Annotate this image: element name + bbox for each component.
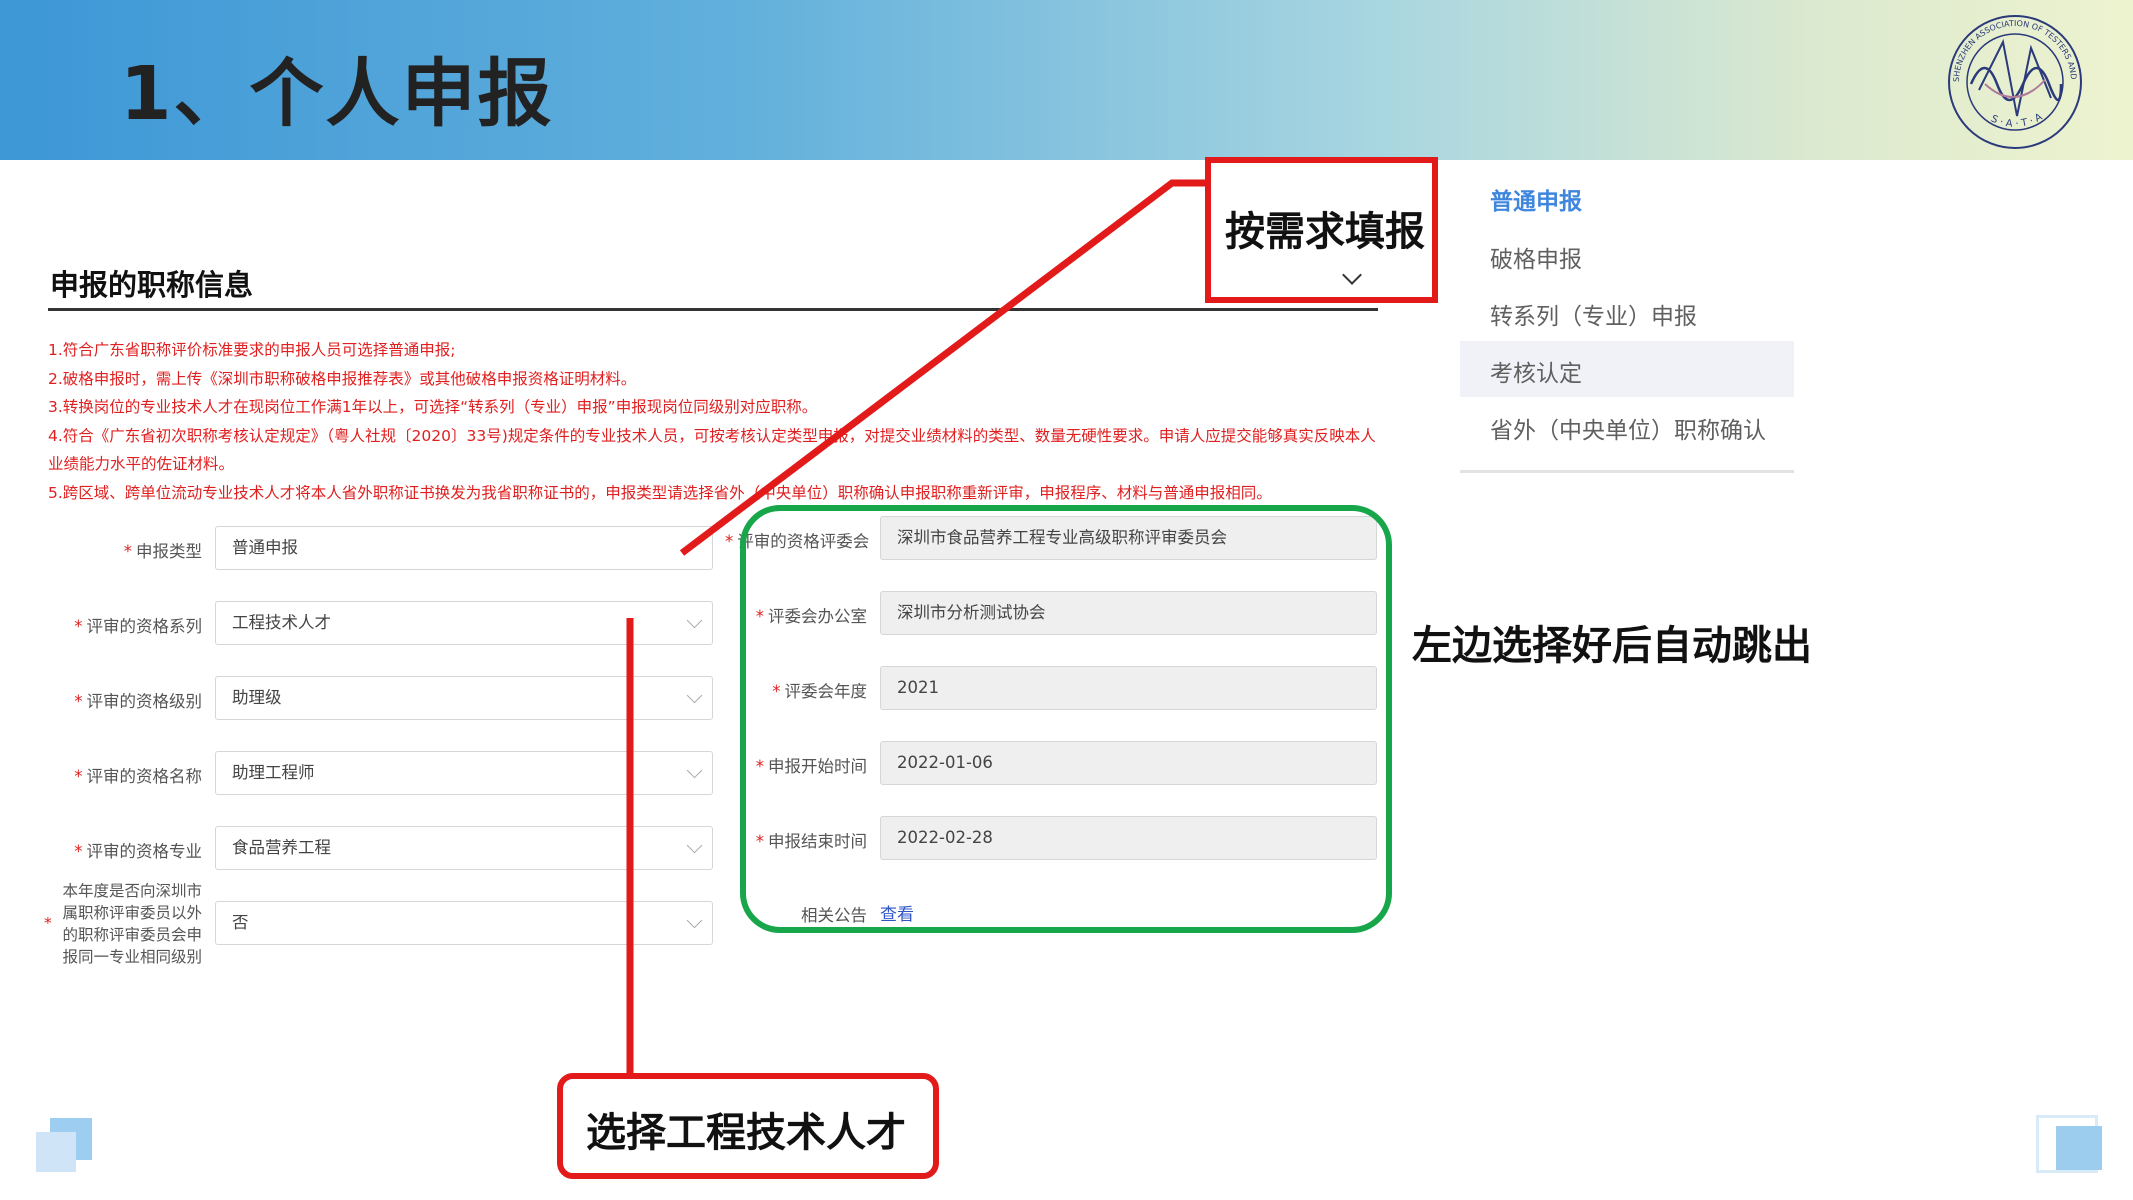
label-qual-level: * 评审的资格级别	[74, 692, 202, 711]
note-line: 业绩能力水平的佐证材料。	[48, 455, 235, 473]
note-line: 5.跨区域、跨单位流动专业技术人才将本人省外职称证书换发为我省职称证书的，申报类…	[48, 483, 1272, 502]
qual-level-select[interactable]: 助理级	[215, 676, 713, 720]
chevron-down-icon	[686, 687, 703, 704]
callout-auto-fill: 左边选择好后自动跳出	[1412, 623, 1812, 669]
svg-text:SHENZHEN ASSOCIATION OF TESTER: SHENZHEN ASSOCIATION OF TESTERS AND ANAL…	[1945, 12, 2078, 82]
menu-item-outside-province[interactable]: 省外（中央单位）职称确认	[1490, 411, 1766, 445]
notes-block: 1.符合广东省职称评价标准要求的申报人员可选择普通申报; 2.破格申报时，需上传…	[48, 336, 1388, 507]
section-divider	[48, 308, 1378, 311]
corner-decoration	[36, 1132, 76, 1172]
menu-item-normal[interactable]: 普通申报	[1490, 182, 1582, 216]
note-line: 4.符合《广东省初次职称考核认定规定》（粤人社规〔2020〕33号)规定条件的专…	[48, 426, 1376, 445]
callout-fill-on-demand: 按需求填报	[1225, 209, 1425, 255]
annotation-box-auto-fill	[740, 505, 1392, 933]
menu-item-exceptional[interactable]: 破格申报	[1490, 240, 1582, 274]
qual-series-select[interactable]: 工程技术人才	[215, 601, 713, 645]
note-line: 2.破格申报时，需上传《深圳市职称破格申报推荐表》或其他破格申报资格证明材料。	[48, 369, 637, 388]
qual-major-select[interactable]: 食品营养工程	[215, 826, 713, 870]
slide-title: 1、个人申报	[120, 51, 554, 137]
label-declare-type: * 申报类型	[123, 542, 202, 561]
chevron-down-icon	[686, 837, 703, 854]
section-title: 申报的职称信息	[50, 268, 254, 302]
label-extra-question: * 本年度是否向深圳市属职称评审委员以外的职称评审委员会申报同一专业相同级别	[44, 882, 202, 966]
association-logo: SHENZHEN ASSOCIATION OF TESTERS AND ANAL…	[1945, 12, 2082, 149]
label-qual-series: * 评审的资格系列	[74, 617, 202, 636]
corner-decoration	[2056, 1126, 2102, 1170]
callout-select-engineering: 选择工程技术人才	[586, 1110, 906, 1156]
chevron-down-icon	[686, 762, 703, 779]
chevron-down-icon	[686, 912, 703, 929]
label-qual-name: * 评审的资格名称	[74, 767, 202, 786]
extra-question-select[interactable]: 否	[215, 901, 713, 945]
note-line: 1.符合广东省职称评价标准要求的申报人员可选择普通申报;	[48, 341, 456, 359]
declare-type-dropdown: 普通申报 破格申报 转系列（专业）申报 考核认定 省外（中央单位）职称确认	[1460, 165, 1794, 473]
note-line: 3.转换岗位的专业技术人才在现岗位工作满1年以上，可选择“转系列（专业）申报”申…	[48, 398, 818, 416]
declare-type-select[interactable]: 普通申报	[215, 526, 713, 570]
chevron-down-icon	[686, 612, 703, 629]
qual-name-select[interactable]: 助理工程师	[215, 751, 713, 795]
menu-item-assessment[interactable]: 考核认定	[1490, 354, 1582, 388]
menu-item-transfer[interactable]: 转系列（专业）申报	[1490, 297, 1697, 331]
label-qual-major: * 评审的资格专业	[74, 842, 202, 861]
